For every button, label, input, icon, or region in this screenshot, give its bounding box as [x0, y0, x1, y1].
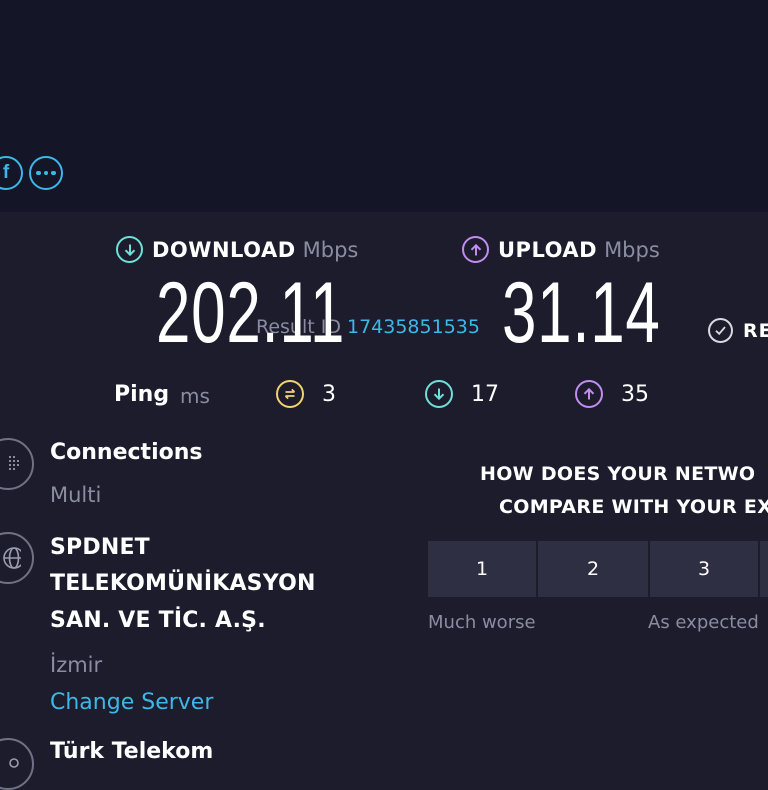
connections-title: Connections	[50, 440, 203, 465]
globe-icon	[0, 532, 34, 584]
feedback-question: HOW DOES YOUR NETWO COMPARE WITH YOUR EX	[480, 458, 768, 524]
rating-option-4[interactable]	[760, 541, 768, 597]
rating-option-3[interactable]: 3	[650, 541, 760, 597]
idle-latency-value: 3	[322, 381, 336, 407]
download-latency-icon	[425, 380, 453, 408]
results-button[interactable]: RE	[708, 318, 768, 343]
share-row: f Result ID 17435851535 RE	[0, 152, 768, 343]
download-arrow-icon	[116, 236, 143, 263]
upload-arrow-icon	[462, 236, 489, 263]
results-button-label: RE	[743, 319, 768, 342]
ping-row: Ping ms 3 17 35	[0, 380, 768, 414]
upload-metric: UPLOAD Mbps 31.14	[462, 236, 660, 356]
download-value: 202.11	[156, 265, 346, 361]
upload-latency-value: 35	[621, 381, 649, 407]
server-location: İzmir	[50, 653, 103, 677]
idle-latency: 3	[276, 380, 336, 408]
user-icon	[0, 738, 34, 790]
server-name-line-3: SAN. VE TİC. A.Ş.	[50, 608, 266, 633]
connections-icon	[0, 438, 34, 490]
download-metric: DOWNLOAD Mbps 202.11	[116, 236, 359, 356]
more-options-icon[interactable]	[29, 156, 63, 190]
facebook-icon[interactable]: f	[0, 156, 23, 190]
ping-label: Ping	[114, 382, 170, 407]
upload-value: 31.14	[502, 265, 661, 361]
upload-latency: 35	[575, 380, 649, 408]
rating-option-1[interactable]: 1	[428, 541, 538, 597]
server-name-line-1: SPDNET	[50, 535, 150, 560]
download-title: DOWNLOAD	[152, 237, 296, 262]
rating-scale: 1 2 3	[428, 541, 768, 597]
download-unit: Mbps	[302, 237, 359, 262]
download-latency: 17	[425, 380, 499, 408]
download-latency-value: 17	[471, 381, 499, 407]
check-icon	[708, 318, 733, 343]
change-server-link[interactable]: Change Server	[50, 690, 213, 715]
feedback-question-line-2: COMPARE WITH YOUR EX	[499, 496, 768, 518]
scale-mid-label: As expected	[648, 612, 759, 633]
server-name-line-2: TELEKOMÜNİKASYON	[50, 571, 316, 596]
idle-latency-icon	[276, 380, 304, 408]
connections-value: Multi	[50, 483, 102, 507]
result-id-link[interactable]: 17435851535	[347, 316, 480, 338]
ping-unit: ms	[180, 384, 210, 408]
upload-title: UPLOAD	[498, 237, 598, 262]
scale-low-label: Much worse	[428, 612, 536, 633]
rating-option-2[interactable]: 2	[538, 541, 650, 597]
upload-unit: Mbps	[604, 237, 660, 262]
feedback-question-line-1: HOW DOES YOUR NETWO	[480, 463, 756, 485]
upload-latency-icon	[575, 380, 603, 408]
provider-name: Türk Telekom	[50, 739, 214, 764]
